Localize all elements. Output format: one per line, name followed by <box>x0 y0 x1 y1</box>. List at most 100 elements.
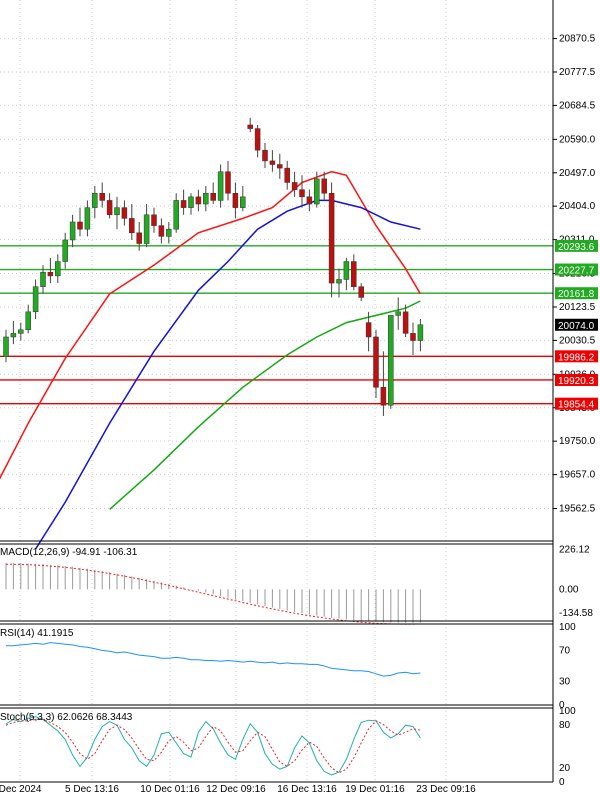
y-tick-label: 19750.0 <box>559 436 596 447</box>
candle-body <box>18 329 24 334</box>
level-label: 19920.3 <box>558 376 595 387</box>
candle-body <box>321 178 327 194</box>
candle-body <box>351 261 357 287</box>
candle-body <box>158 225 165 237</box>
level-label: 20293.6 <box>558 242 595 253</box>
candle-body <box>77 221 83 230</box>
candle-body <box>343 261 350 280</box>
x-tick-label: 12 Dec 09:16 <box>206 784 266 795</box>
candle-body <box>395 311 401 316</box>
axes: Dec 2024 5 Dec 13:16 10 Dec 01:16 12 Dec 09… <box>0 0 598 795</box>
stoch-k-line <box>5 716 421 776</box>
candle-body <box>32 286 39 313</box>
y-tick-label: 20404.0 <box>559 201 596 212</box>
candle-body <box>358 286 364 298</box>
candle-body <box>365 322 372 338</box>
candle-body <box>328 192 335 284</box>
rsi-tick-label: 100 <box>559 622 576 633</box>
y-tick-label: 20870.5 <box>559 34 596 45</box>
y-tick-label: 20030.5 <box>559 335 596 346</box>
candle-body <box>84 207 91 230</box>
x-tick-label: 23 Dec 09:16 <box>416 784 476 795</box>
candle-body <box>92 192 98 208</box>
macd-panel: MACD(12,26,9) -94.91 -106.31 <box>0 547 421 625</box>
candle-body <box>166 228 172 237</box>
y-tick-label: 20684.5 <box>559 100 596 111</box>
x-tick-label: 5 Dec 13:16 <box>65 784 119 795</box>
candle-body <box>217 171 224 201</box>
level-label: 20227.7 <box>558 266 595 277</box>
candle-body <box>240 196 246 208</box>
y-tick-label: 20123.5 <box>559 302 596 313</box>
macd-tick-label: 0.00 <box>559 584 579 595</box>
stoch-tick-label: 0 <box>559 777 565 788</box>
candle-body <box>410 333 416 341</box>
rsi-panel: RSI(14) 41.1915 <box>0 628 421 677</box>
candle-body <box>254 128 261 151</box>
candle-body <box>277 164 283 169</box>
level-label: 19986.2 <box>558 352 595 363</box>
candle-body <box>114 207 120 216</box>
candle-body <box>55 261 61 277</box>
candle-body <box>232 192 239 208</box>
candle-body <box>25 311 31 331</box>
candle-body <box>69 221 76 241</box>
candle-body <box>143 214 150 244</box>
x-tick-label: 16 Dec 13:16 <box>277 784 337 795</box>
candle-body <box>99 192 105 201</box>
y-tick-label: 20777.5 <box>559 67 596 78</box>
candle-body <box>388 315 394 406</box>
rsi-tick-label: 70 <box>559 645 571 656</box>
moving-average-line <box>0 170 422 480</box>
candle-body <box>314 178 320 205</box>
price-panel <box>0 117 553 550</box>
macd-tick-label: 226.12 <box>559 544 590 555</box>
moving-average-line <box>109 300 421 510</box>
candle-body <box>188 196 194 208</box>
candle-body <box>47 272 54 277</box>
candle-body <box>373 336 379 388</box>
candle-body <box>291 182 298 190</box>
candle-body <box>106 200 113 216</box>
y-tick-label: 19657.0 <box>559 470 596 481</box>
candle-body <box>10 333 17 338</box>
candle-body <box>203 192 209 205</box>
current-price-label: 20074.0 <box>558 321 595 332</box>
stoch-tick-label: 80 <box>559 720 571 731</box>
candle-body <box>180 200 187 208</box>
level-label: 20161.8 <box>558 289 595 300</box>
stoch-label: Stoch(5,3,3) 62.0626 68.3443 <box>0 712 133 723</box>
grid <box>0 0 553 782</box>
candle-body <box>173 200 179 230</box>
candle-body <box>284 167 290 183</box>
candle-body <box>62 239 68 262</box>
candle-body <box>121 207 128 219</box>
stoch-tick-label: 20 <box>559 763 571 774</box>
rsi-label: RSI(14) 41.1915 <box>0 628 74 639</box>
stoch-tick-label: 100 <box>559 706 576 717</box>
rsi-tick-label: 30 <box>559 677 571 688</box>
y-tick-label: 20497.0 <box>559 168 596 179</box>
candle-body <box>3 336 9 357</box>
macd-label: MACD(12,26,9) -94.91 -106.31 <box>0 547 138 558</box>
candle-body <box>210 192 216 201</box>
candle-body <box>40 272 46 287</box>
candle-body <box>225 171 231 194</box>
y-tick-label: 20590.0 <box>559 134 596 145</box>
y-tick-label: 19562.5 <box>559 504 596 515</box>
candle-body <box>136 232 142 244</box>
macd-tick-label: -134.58 <box>559 608 593 619</box>
candle-body <box>380 387 387 406</box>
candle-body <box>247 124 253 129</box>
candle-body <box>299 189 305 198</box>
candle-body <box>269 160 276 165</box>
candle-body <box>336 279 342 284</box>
trading-chart: MACD(12,26,9) -94.91 -106.31 RSI(14) 41.… <box>0 0 598 795</box>
x-tick-label: Dec 2024 <box>0 784 42 795</box>
candle-body <box>306 196 313 205</box>
rsi-line <box>6 642 421 677</box>
x-tick-label: 19 Dec 01:16 <box>345 784 405 795</box>
candle-body <box>262 149 268 162</box>
candle-body <box>417 324 424 341</box>
x-tick-label: 10 Dec 01:16 <box>140 784 200 795</box>
